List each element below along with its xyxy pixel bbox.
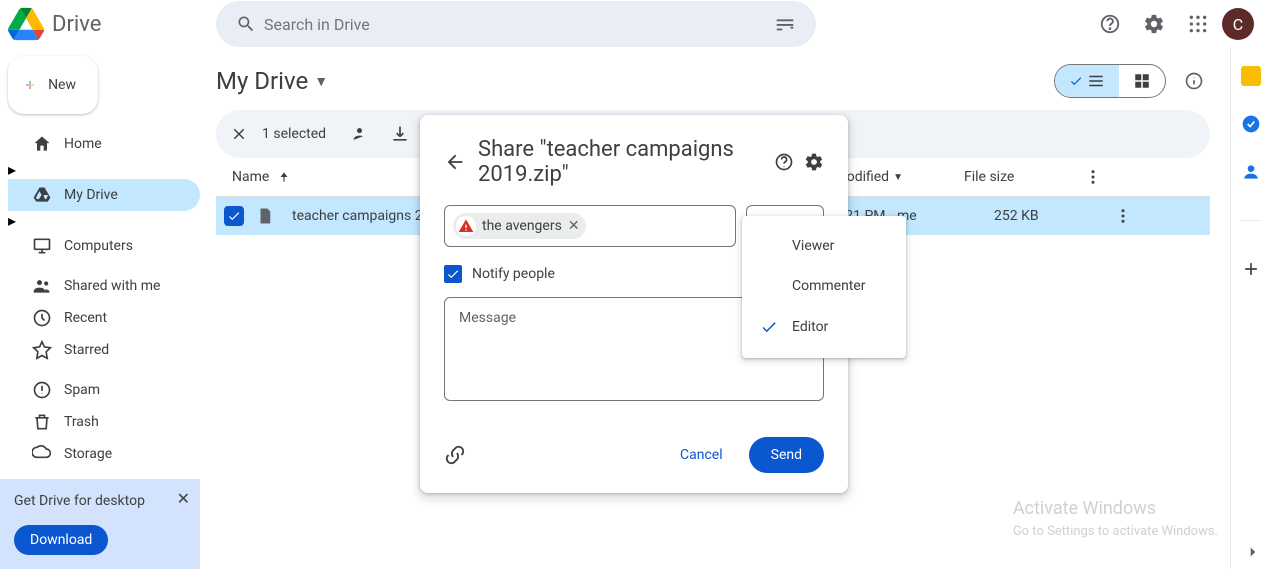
role-option-label: Viewer — [792, 238, 834, 254]
settings-icon[interactable] — [804, 152, 824, 172]
chip-remove-icon[interactable]: ✕ — [568, 218, 580, 234]
promo-title: Get Drive for desktop — [14, 493, 186, 509]
person-chip: the avengers ✕ — [453, 213, 586, 239]
promo-close-icon[interactable]: ✕ — [177, 489, 190, 508]
copy-link-icon[interactable] — [444, 444, 466, 466]
role-option-label: Commenter — [792, 278, 866, 294]
notify-label: Notify people — [472, 266, 555, 282]
check-icon — [760, 318, 778, 336]
notify-checkbox[interactable] — [444, 265, 462, 283]
cancel-button[interactable]: Cancel — [662, 437, 741, 473]
role-option-commenter[interactable]: Commenter — [742, 266, 906, 306]
role-option-viewer[interactable]: Viewer — [742, 226, 906, 266]
role-dropdown-menu: Viewer Commenter Editor — [742, 216, 906, 358]
share-modal-title: Share "teacher campaigns 2019.zip" — [478, 137, 762, 187]
side-panel-collapse-icon[interactable] — [1244, 543, 1262, 561]
promo-download-button[interactable]: Download — [14, 525, 108, 555]
role-option-label: Editor — [792, 319, 828, 335]
back-icon[interactable] — [444, 151, 466, 173]
role-option-editor[interactable]: Editor — [742, 306, 906, 348]
warning-icon — [456, 216, 476, 236]
send-button[interactable]: Send — [749, 437, 824, 473]
help-icon[interactable] — [774, 152, 794, 172]
chip-text: the avengers — [482, 218, 562, 234]
message-placeholder: Message — [459, 310, 516, 326]
people-input[interactable]: the avengers ✕ — [444, 205, 736, 247]
desktop-promo: ✕ Get Drive for desktop Download — [0, 479, 200, 569]
